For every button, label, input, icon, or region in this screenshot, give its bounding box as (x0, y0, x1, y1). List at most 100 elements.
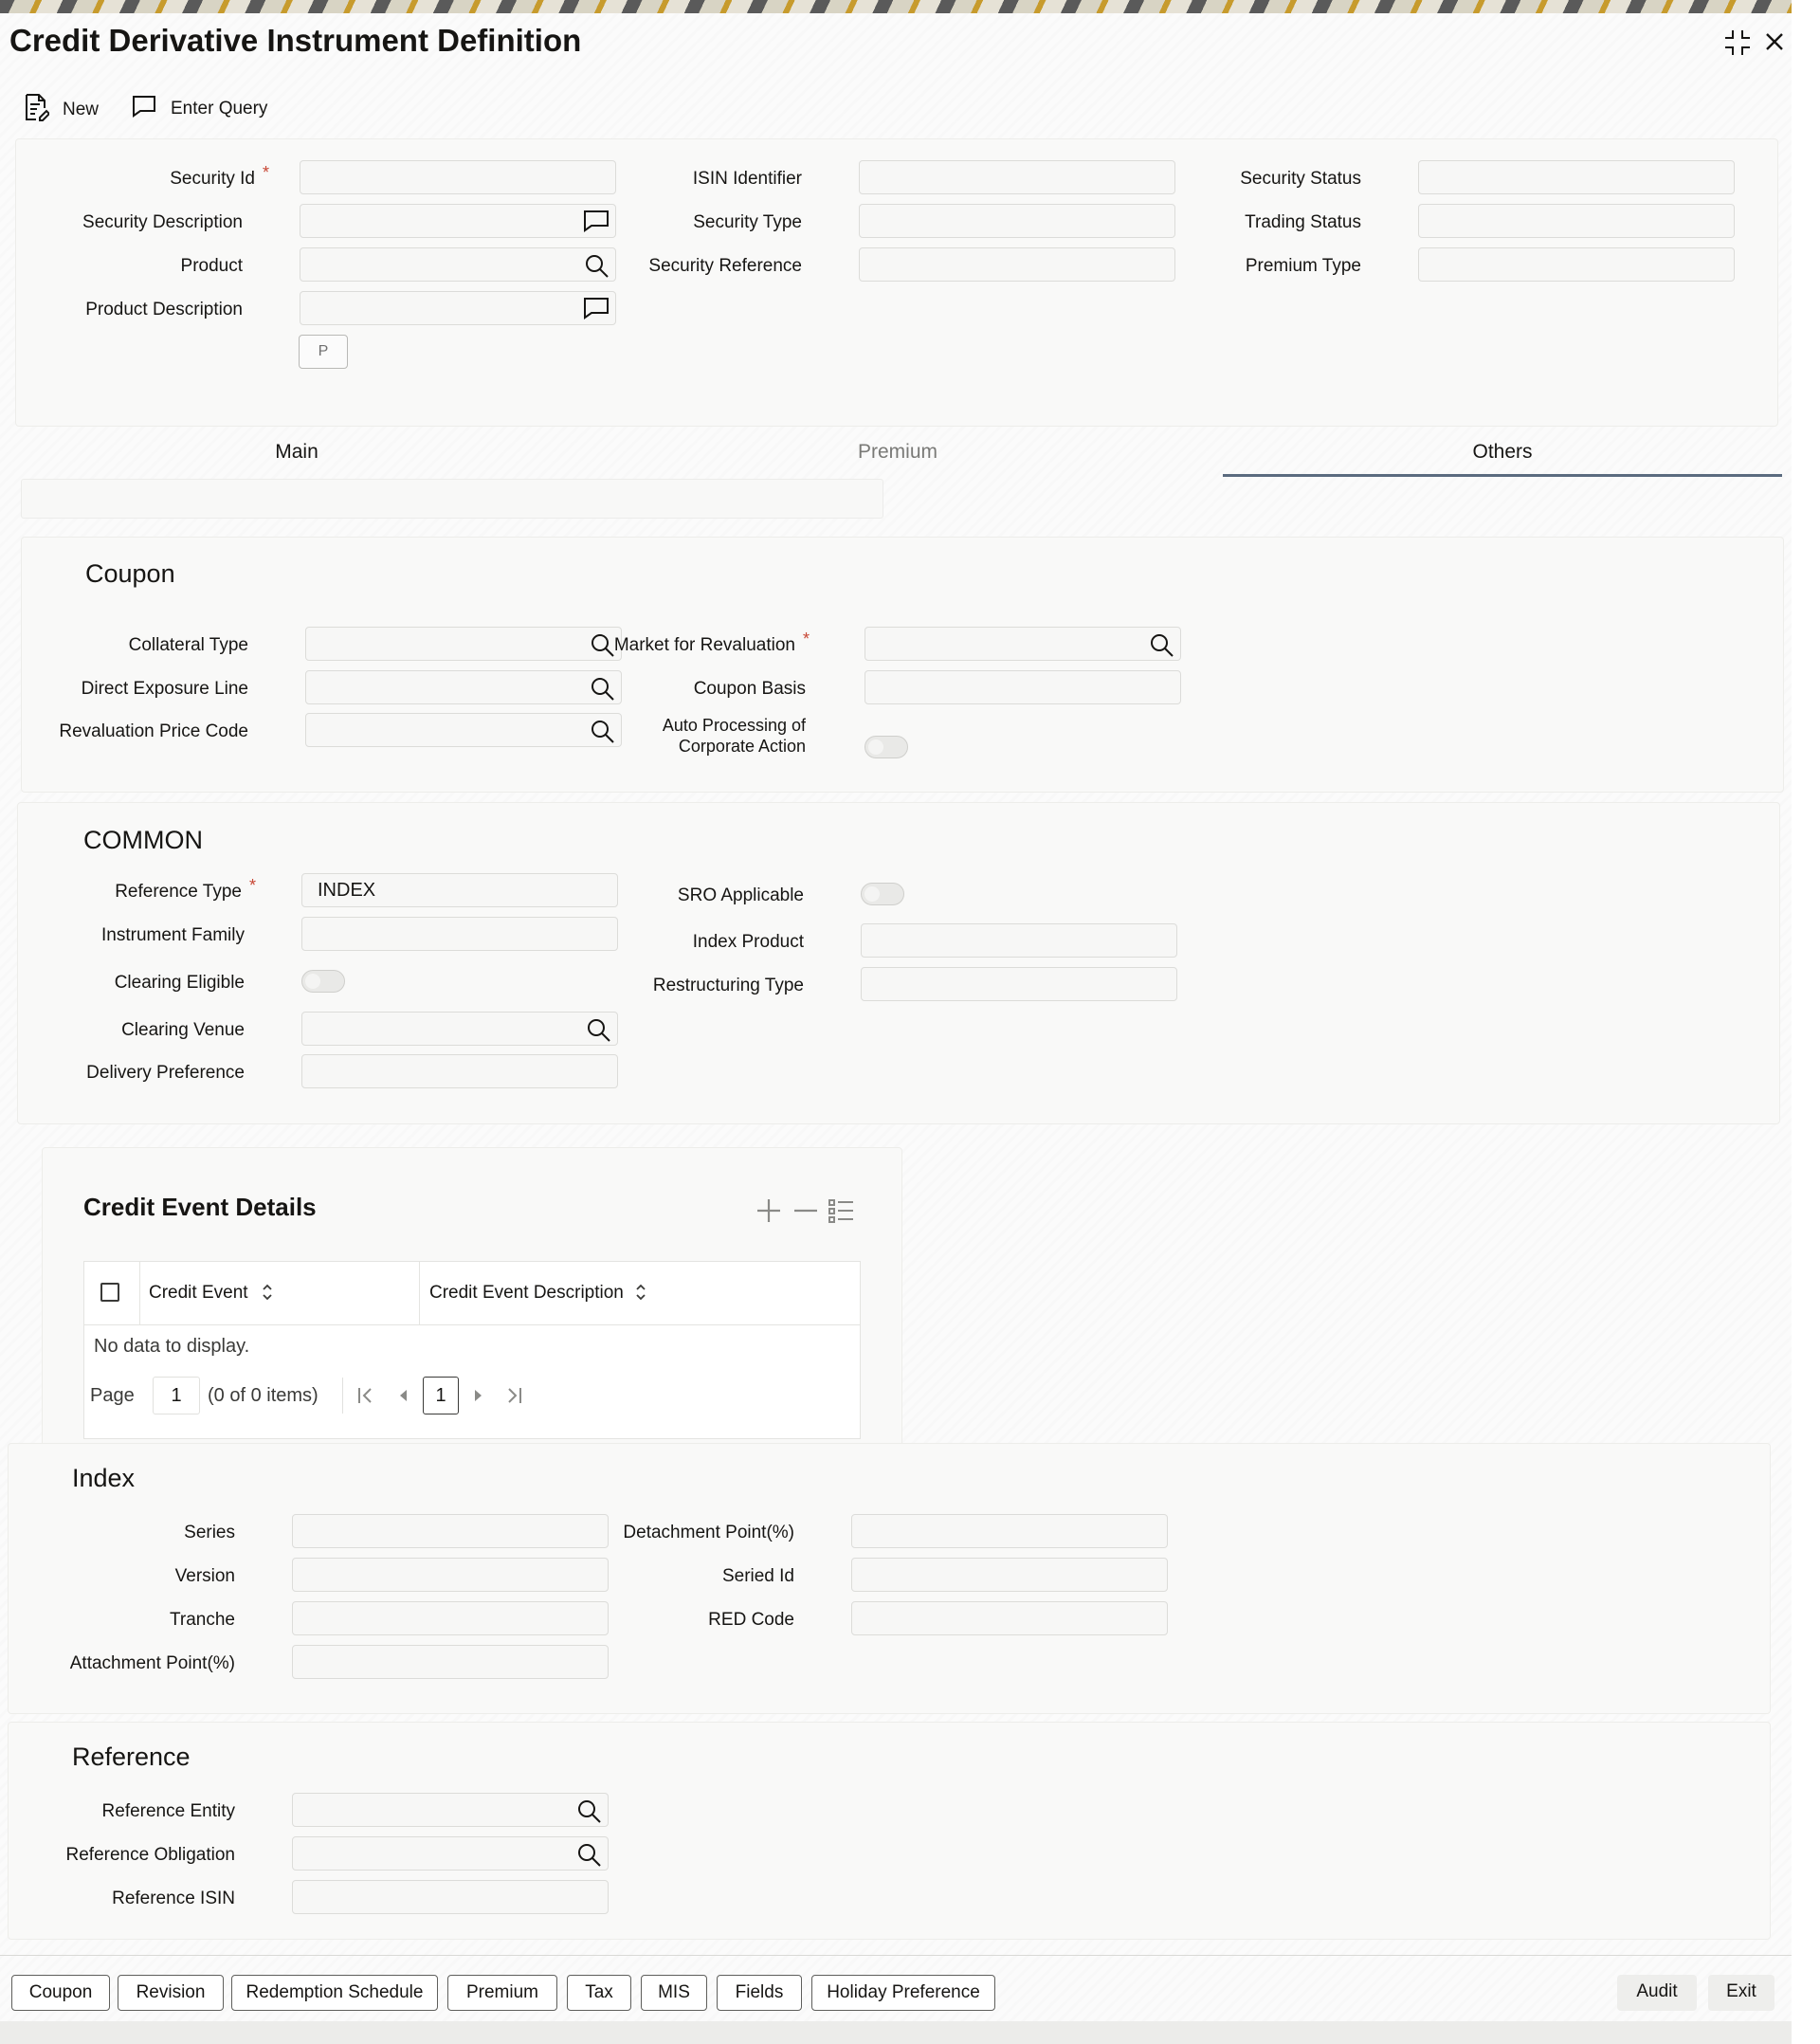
delivery-preference-input[interactable] (301, 1054, 618, 1088)
search-icon[interactable] (575, 1841, 602, 1878)
search-icon[interactable] (585, 1016, 611, 1053)
tab-premium[interactable]: Premium (616, 441, 1179, 464)
tranche-input[interactable] (292, 1601, 609, 1635)
holiday-preference-button[interactable]: Holiday Preference (811, 1975, 995, 2011)
version-input[interactable] (292, 1558, 609, 1592)
sub-tab-strip (21, 479, 883, 519)
mis-button[interactable]: MIS (641, 1975, 707, 2011)
clearing-venue-input[interactable] (301, 1012, 618, 1046)
search-icon[interactable] (589, 675, 615, 712)
common-section-title: COMMON (83, 826, 203, 854)
required-marker: * (248, 876, 256, 895)
product-input[interactable] (300, 247, 616, 282)
security-id-input[interactable] (300, 160, 616, 194)
security-description-input[interactable] (300, 204, 616, 238)
premium-type-label: Premium Type (1245, 256, 1361, 276)
sort-icon[interactable] (634, 1283, 647, 1306)
reference-isin-input[interactable] (292, 1880, 609, 1914)
restructuring-type-label: Restructuring Type (652, 976, 804, 995)
redemption-schedule-button[interactable]: Redemption Schedule (231, 1975, 438, 2011)
required-marker: * (802, 630, 810, 648)
red-code-input[interactable] (851, 1601, 1168, 1635)
product-description-input[interactable] (300, 291, 616, 325)
reference-type-input[interactable]: INDEX (301, 873, 618, 907)
enter-query-button[interactable]: Enter Query (131, 93, 267, 125)
series-input[interactable] (292, 1514, 609, 1548)
tab-main[interactable]: Main (15, 441, 578, 464)
sro-applicable-toggle[interactable] (861, 883, 904, 905)
first-page-icon[interactable] (355, 1385, 376, 1411)
direct-exposure-line-input[interactable] (305, 670, 622, 704)
premium-type-input[interactable] (1418, 247, 1735, 282)
single-record-view-icon[interactable] (828, 1196, 856, 1230)
market-for-revaluation-input[interactable] (864, 627, 1181, 661)
seried-id-input[interactable] (851, 1558, 1168, 1592)
clearing-eligible-label: Clearing Eligible (114, 973, 245, 993)
previous-page-icon[interactable] (393, 1385, 414, 1411)
coupon-basis-input[interactable] (864, 670, 1181, 704)
clearing-eligible-toggle[interactable] (301, 970, 345, 993)
comment-icon[interactable] (583, 296, 610, 331)
security-reference-input[interactable] (859, 247, 1175, 282)
index-section-title: Index (72, 1464, 136, 1492)
select-all-checkbox[interactable] (100, 1283, 119, 1302)
grid-column-divider (419, 1262, 420, 1324)
next-page-icon[interactable] (467, 1385, 488, 1411)
security-status-input[interactable] (1418, 160, 1735, 194)
active-tab-indicator (1223, 474, 1782, 477)
add-row-icon[interactable] (755, 1196, 783, 1230)
fields-button[interactable]: Fields (717, 1975, 802, 2011)
last-page-icon[interactable] (503, 1385, 524, 1411)
sort-icon[interactable] (261, 1283, 274, 1306)
search-icon[interactable] (589, 631, 615, 668)
auto-processing-label: Auto Processing of Corporate Action (662, 716, 806, 756)
premium-button[interactable]: Premium (447, 1975, 557, 2011)
maximize-icon[interactable] (1723, 28, 1752, 62)
p-button[interactable]: P (299, 335, 348, 369)
close-icon[interactable] (1763, 30, 1786, 58)
audit-button[interactable]: Audit (1617, 1975, 1697, 2011)
coupon-section-title: Coupon (85, 559, 175, 588)
revision-button[interactable]: Revision (118, 1975, 224, 2011)
search-icon[interactable] (583, 252, 610, 289)
isin-identifier-input[interactable] (859, 160, 1175, 194)
security-description-label: Security Description (82, 212, 243, 232)
pagination-divider (342, 1378, 343, 1414)
search-icon[interactable] (589, 718, 615, 755)
tax-button[interactable]: Tax (567, 1975, 631, 2011)
detachment-point-input[interactable] (851, 1514, 1168, 1548)
tab-others[interactable]: Others (1223, 441, 1782, 464)
attachment-point-input[interactable] (292, 1645, 609, 1679)
restructuring-type-input[interactable] (861, 967, 1177, 1001)
reference-obligation-input[interactable] (292, 1836, 609, 1871)
revaluation-price-code-label: Revaluation Price Code (59, 721, 248, 741)
instrument-family-input[interactable] (301, 917, 618, 951)
comment-icon[interactable] (583, 209, 610, 244)
collateral-type-input[interactable] (305, 627, 622, 661)
trading-status-input[interactable] (1418, 204, 1735, 238)
coupon-button[interactable]: Coupon (11, 1975, 110, 2011)
search-icon[interactable] (575, 1798, 602, 1834)
index-product-input[interactable] (861, 923, 1177, 958)
status-bar (0, 2021, 1792, 2044)
credit-event-details-title: Credit Event Details (83, 1193, 317, 1221)
pagination-items-text: (0 of 0 items) (208, 1385, 318, 1406)
revaluation-price-code-input[interactable] (305, 713, 622, 747)
security-type-input[interactable] (859, 204, 1175, 238)
credit-event-description-column-header[interactable]: Credit Event Description (429, 1283, 624, 1304)
required-marker: * (262, 163, 269, 182)
exit-button[interactable]: Exit (1708, 1975, 1774, 2011)
detachment-point-label: Detachment Point(%) (623, 1523, 794, 1542)
seried-id-label: Seried Id (721, 1566, 794, 1586)
delete-row-icon[interactable] (792, 1196, 820, 1230)
reference-entity-input[interactable] (292, 1793, 609, 1827)
search-icon[interactable] (1148, 631, 1174, 668)
common-panel (17, 802, 1780, 1124)
security-type-label: Security Type (693, 212, 802, 232)
page-number-input[interactable]: 1 (153, 1377, 200, 1414)
credit-event-column-header[interactable]: Credit Event (149, 1283, 248, 1304)
auto-processing-toggle[interactable] (864, 736, 908, 758)
current-page-button[interactable]: 1 (423, 1377, 459, 1414)
new-button[interactable]: New (23, 93, 99, 127)
enter-query-button-label: Enter Query (171, 99, 268, 119)
